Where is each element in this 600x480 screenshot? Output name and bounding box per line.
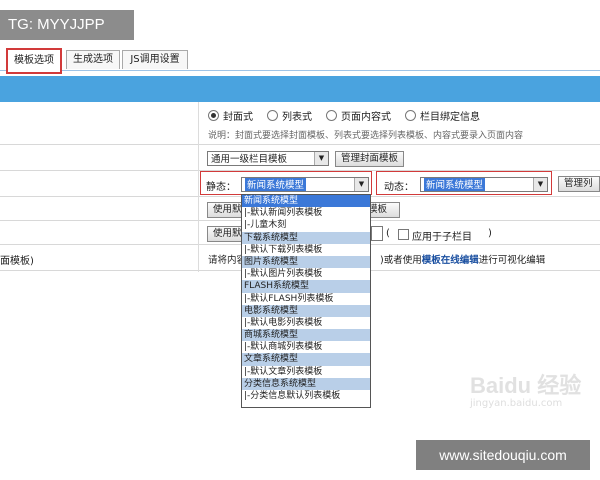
radio-cover[interactable] (208, 110, 219, 121)
use-default-button-2[interactable]: 使用默 (207, 226, 243, 242)
tab-bar: 模板选项 生成选项 JS调用设置 (0, 48, 600, 74)
paren-close: ) (488, 228, 492, 239)
dropdown-option[interactable]: |-默认电影列表模板 (242, 317, 370, 329)
chevron-down-icon: ▼ (354, 178, 368, 191)
radio-label: 栏目绑定信息 (420, 112, 480, 123)
apply-subcategory-label: 应用于子栏目 (412, 232, 472, 243)
dynamic-model-select[interactable]: 新闻系统模型 ▼ (420, 177, 548, 192)
cover-template-value: 通用一级栏目模板 (211, 154, 288, 165)
dropdown-group-option[interactable]: 新闻系统模型 (242, 195, 370, 208)
paren-open: ( (386, 228, 390, 239)
radio-list[interactable] (267, 110, 278, 121)
dynamic-model-value: 新闻系统模型 (424, 178, 486, 191)
dropdown-group-option[interactable]: 下载系统模型 (242, 231, 370, 244)
radio-label: 列表式 (282, 112, 312, 123)
dropdown-group-option[interactable]: 商城系统模型 (242, 329, 370, 342)
radio-page-content[interactable] (326, 110, 337, 121)
cover-template-select[interactable]: 通用一级栏目模板 ▼ (207, 151, 329, 166)
dropdown-group-option[interactable]: 分类信息系统模型 (242, 377, 370, 390)
section-header-bar (0, 76, 600, 102)
tab-generate-options[interactable]: 生成选项 (66, 50, 120, 69)
list-type-note: 说明：封面式要选择封面模板、列表式要选择列表模板、内容式要录入页面内容 (208, 131, 524, 141)
tab-template-options[interactable]: 模板选项 (6, 48, 62, 74)
apply-subcategory-checkbox[interactable] (398, 229, 409, 240)
dropdown-group-option[interactable]: 文章系统模型 (242, 353, 370, 366)
dropdown-option[interactable]: |-儿童木刻 (242, 219, 370, 231)
list-type-radios: 封面式 列表式 页面内容式 栏目绑定信息 (208, 108, 490, 123)
template-online-edit-link[interactable]: 模板在线编辑 (422, 255, 479, 266)
watermark-top: TG: MYYJJPP (0, 10, 134, 40)
dynamic-label: 动态： (384, 182, 414, 193)
radio-label: 页面内容式 (341, 112, 391, 123)
dropdown-group-option[interactable]: FLASH系统模型 (242, 280, 370, 293)
model-dropdown-list: 新闻系统模型 |-默认新闻列表模板 |-儿童木刻 下载系统模型 |-默认下载列表模板 图片… (241, 194, 371, 408)
use-default-button-1[interactable]: 使用默 (207, 202, 243, 218)
baidu-watermark-sub: jingyan.baidu.com (470, 398, 563, 409)
dropdown-option[interactable]: |-默认文章列表模板 (242, 366, 370, 378)
help-middle: )或者使用 (380, 255, 422, 266)
tab-js-settings[interactable]: JS调用设置 (122, 50, 188, 69)
column-divider (198, 102, 199, 272)
chevron-down-icon: ▼ (314, 152, 328, 165)
radio-bind-info[interactable] (405, 110, 416, 121)
watermark-bottom: www.sitedouqiu.com (416, 440, 590, 470)
manage-cover-button[interactable]: 管理封面模板 (335, 151, 405, 167)
static-model-select[interactable]: 新闻系统模型 ▼ (241, 177, 369, 192)
dropdown-option[interactable]: |-默认FLASH列表模板 (242, 293, 370, 305)
default-select-2[interactable] (371, 226, 383, 241)
dropdown-option[interactable]: |-默认商城列表模板 (242, 341, 370, 353)
dropdown-option[interactable]: |-默认新闻列表模板 (242, 207, 370, 219)
static-label: 静态： (206, 182, 236, 193)
manage-list-button[interactable]: 管理列 (558, 176, 600, 192)
dropdown-group-option[interactable]: 电影系统模型 (242, 304, 370, 317)
static-model-value: 新闻系统模型 (245, 178, 307, 191)
chevron-down-icon: ▼ (533, 178, 547, 191)
help-suffix: 进行可视化编辑 (478, 255, 546, 266)
dropdown-option[interactable]: |-分类信息默认列表模板 (242, 390, 370, 402)
dropdown-option[interactable]: |-默认图片列表模板 (242, 268, 370, 280)
radio-label: 封面式 (223, 112, 253, 123)
left-help-text: 面模板) (0, 256, 34, 267)
dropdown-group-option[interactable]: 图片系统模型 (242, 255, 370, 269)
dropdown-option[interactable]: |-默认下载列表模板 (242, 244, 370, 256)
